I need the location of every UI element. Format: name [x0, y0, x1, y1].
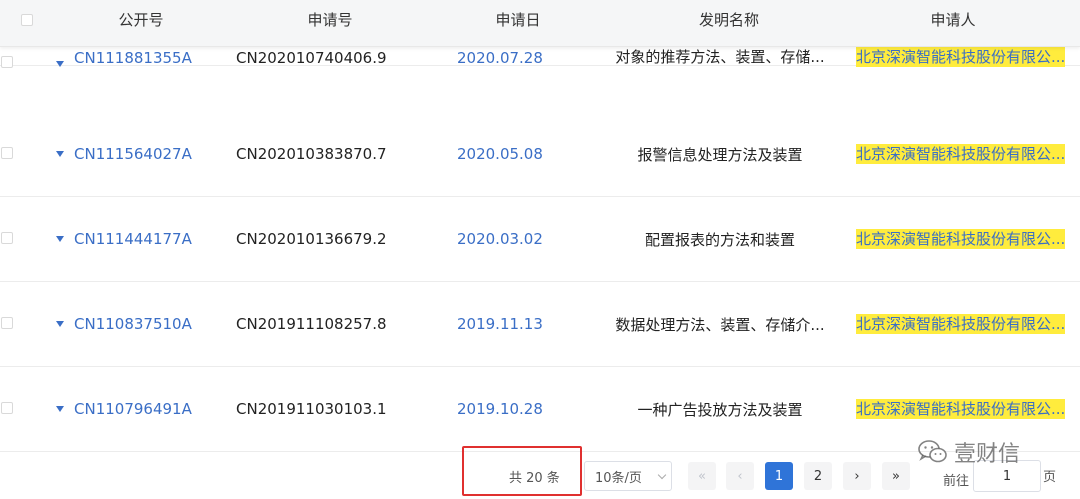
- pub-no[interactable]: CN110796491A: [74, 400, 192, 418]
- pub-no-link[interactable]: CN110837510A: [56, 282, 192, 366]
- header-pub-no[interactable]: 公开号: [118, 0, 163, 46]
- row-checkbox[interactable]: [1, 402, 13, 414]
- pub-no[interactable]: CN110837510A: [74, 315, 192, 333]
- app-date[interactable]: 2020.05.08: [457, 112, 543, 196]
- header-applicant[interactable]: 申请人: [930, 0, 975, 46]
- invention-title: 报警信息处理方法及装置: [637, 145, 803, 164]
- chevron-down-icon: [657, 470, 667, 480]
- invention-title: 配置报表的方法和装置: [644, 230, 795, 249]
- pub-no-link[interactable]: CN111564027A: [56, 112, 192, 196]
- expand-caret-icon[interactable]: [56, 61, 64, 67]
- pub-no-link[interactable]: CN110796491A: [56, 367, 192, 451]
- app-no: CN202010136679.2: [236, 230, 387, 248]
- app-no: CN202010383870.7: [236, 145, 387, 163]
- header-app-no[interactable]: 申请号: [307, 0, 352, 46]
- app-date[interactable]: 2019.11.13: [457, 282, 543, 366]
- wechat-icon: [918, 440, 947, 463]
- applicant[interactable]: 北京深演智能科技股份有限公...: [856, 112, 1076, 196]
- annotation-highlight-box: [462, 446, 582, 496]
- row-checkbox[interactable]: [1, 317, 13, 329]
- last-page-button[interactable]: »: [882, 462, 910, 490]
- row-checkbox[interactable]: [1, 232, 13, 244]
- applicant[interactable]: 北京深演智能科技股份有限公...: [856, 282, 1076, 366]
- table-row[interactable]: CN111564027A CN202010383870.7 2020.05.08…: [0, 112, 1080, 197]
- goto-label: 前往: [943, 474, 970, 489]
- expand-caret-icon[interactable]: [56, 321, 64, 327]
- expand-caret-icon[interactable]: [56, 406, 64, 412]
- applicant-name[interactable]: 北京深演智能科技股份有限公...: [856, 47, 1066, 67]
- applicant-name[interactable]: 北京深演智能科技股份有限公...: [856, 399, 1066, 419]
- table-body: CN111881355A CN202010740406.9 2020.07.28…: [0, 0, 1080, 452]
- next-page-button[interactable]: ›: [843, 462, 871, 490]
- goto-suffix: 页: [1043, 470, 1057, 485]
- invention-title: 数据处理方法、装置、存储介...: [615, 315, 825, 334]
- pub-no[interactable]: CN111564027A: [74, 145, 192, 163]
- pub-no-link[interactable]: CN111444177A: [56, 197, 192, 281]
- table-row[interactable]: CN111444177A CN202010136679.2 2020.03.02…: [0, 197, 1080, 282]
- applicant-name[interactable]: 北京深演智能科技股份有限公...: [856, 229, 1066, 249]
- invention-title: 一种广告投放方法及装置: [637, 400, 803, 419]
- prev-page-button[interactable]: ‹: [726, 462, 754, 490]
- page-button-2[interactable]: 2: [804, 462, 832, 490]
- pub-no[interactable]: CN111881355A: [74, 49, 192, 67]
- header-app-date[interactable]: 申请日: [495, 0, 540, 46]
- expand-caret-icon[interactable]: [56, 151, 64, 157]
- select-all-checkbox[interactable]: [21, 14, 33, 26]
- applicant[interactable]: 北京深演智能科技股份有限公...: [856, 197, 1076, 281]
- app-no: CN201911030103.1: [236, 400, 387, 418]
- page-size-value: 10条/页: [595, 470, 642, 486]
- app-date[interactable]: 2019.10.28: [457, 367, 543, 451]
- row-checkbox[interactable]: [1, 147, 13, 159]
- app-date[interactable]: 2020.03.02: [457, 197, 543, 281]
- pub-no[interactable]: CN111444177A: [74, 230, 192, 248]
- applicant-name[interactable]: 北京深演智能科技股份有限公...: [856, 314, 1066, 334]
- table-header: 公开号 申请号 申请日 发明名称 申请人: [0, 0, 1080, 47]
- applicant-name[interactable]: 北京深演智能科技股份有限公...: [856, 144, 1066, 164]
- table-row[interactable]: CN110837510A CN201911108257.8 2019.11.13…: [0, 282, 1080, 367]
- row-checkbox[interactable]: [1, 56, 13, 68]
- page-size-select[interactable]: 10条/页: [584, 461, 672, 491]
- watermark-text: 壹财信: [954, 442, 1021, 467]
- expand-caret-icon[interactable]: [56, 236, 64, 242]
- page-button-1[interactable]: 1: [765, 462, 793, 490]
- watermark: 壹财信: [918, 436, 1020, 468]
- first-page-button[interactable]: «: [688, 462, 716, 490]
- patent-list-page: CN111881355A CN202010740406.9 2020.07.28…: [0, 0, 1080, 499]
- app-no: CN201911108257.8: [236, 315, 387, 333]
- header-title[interactable]: 发明名称: [699, 0, 759, 46]
